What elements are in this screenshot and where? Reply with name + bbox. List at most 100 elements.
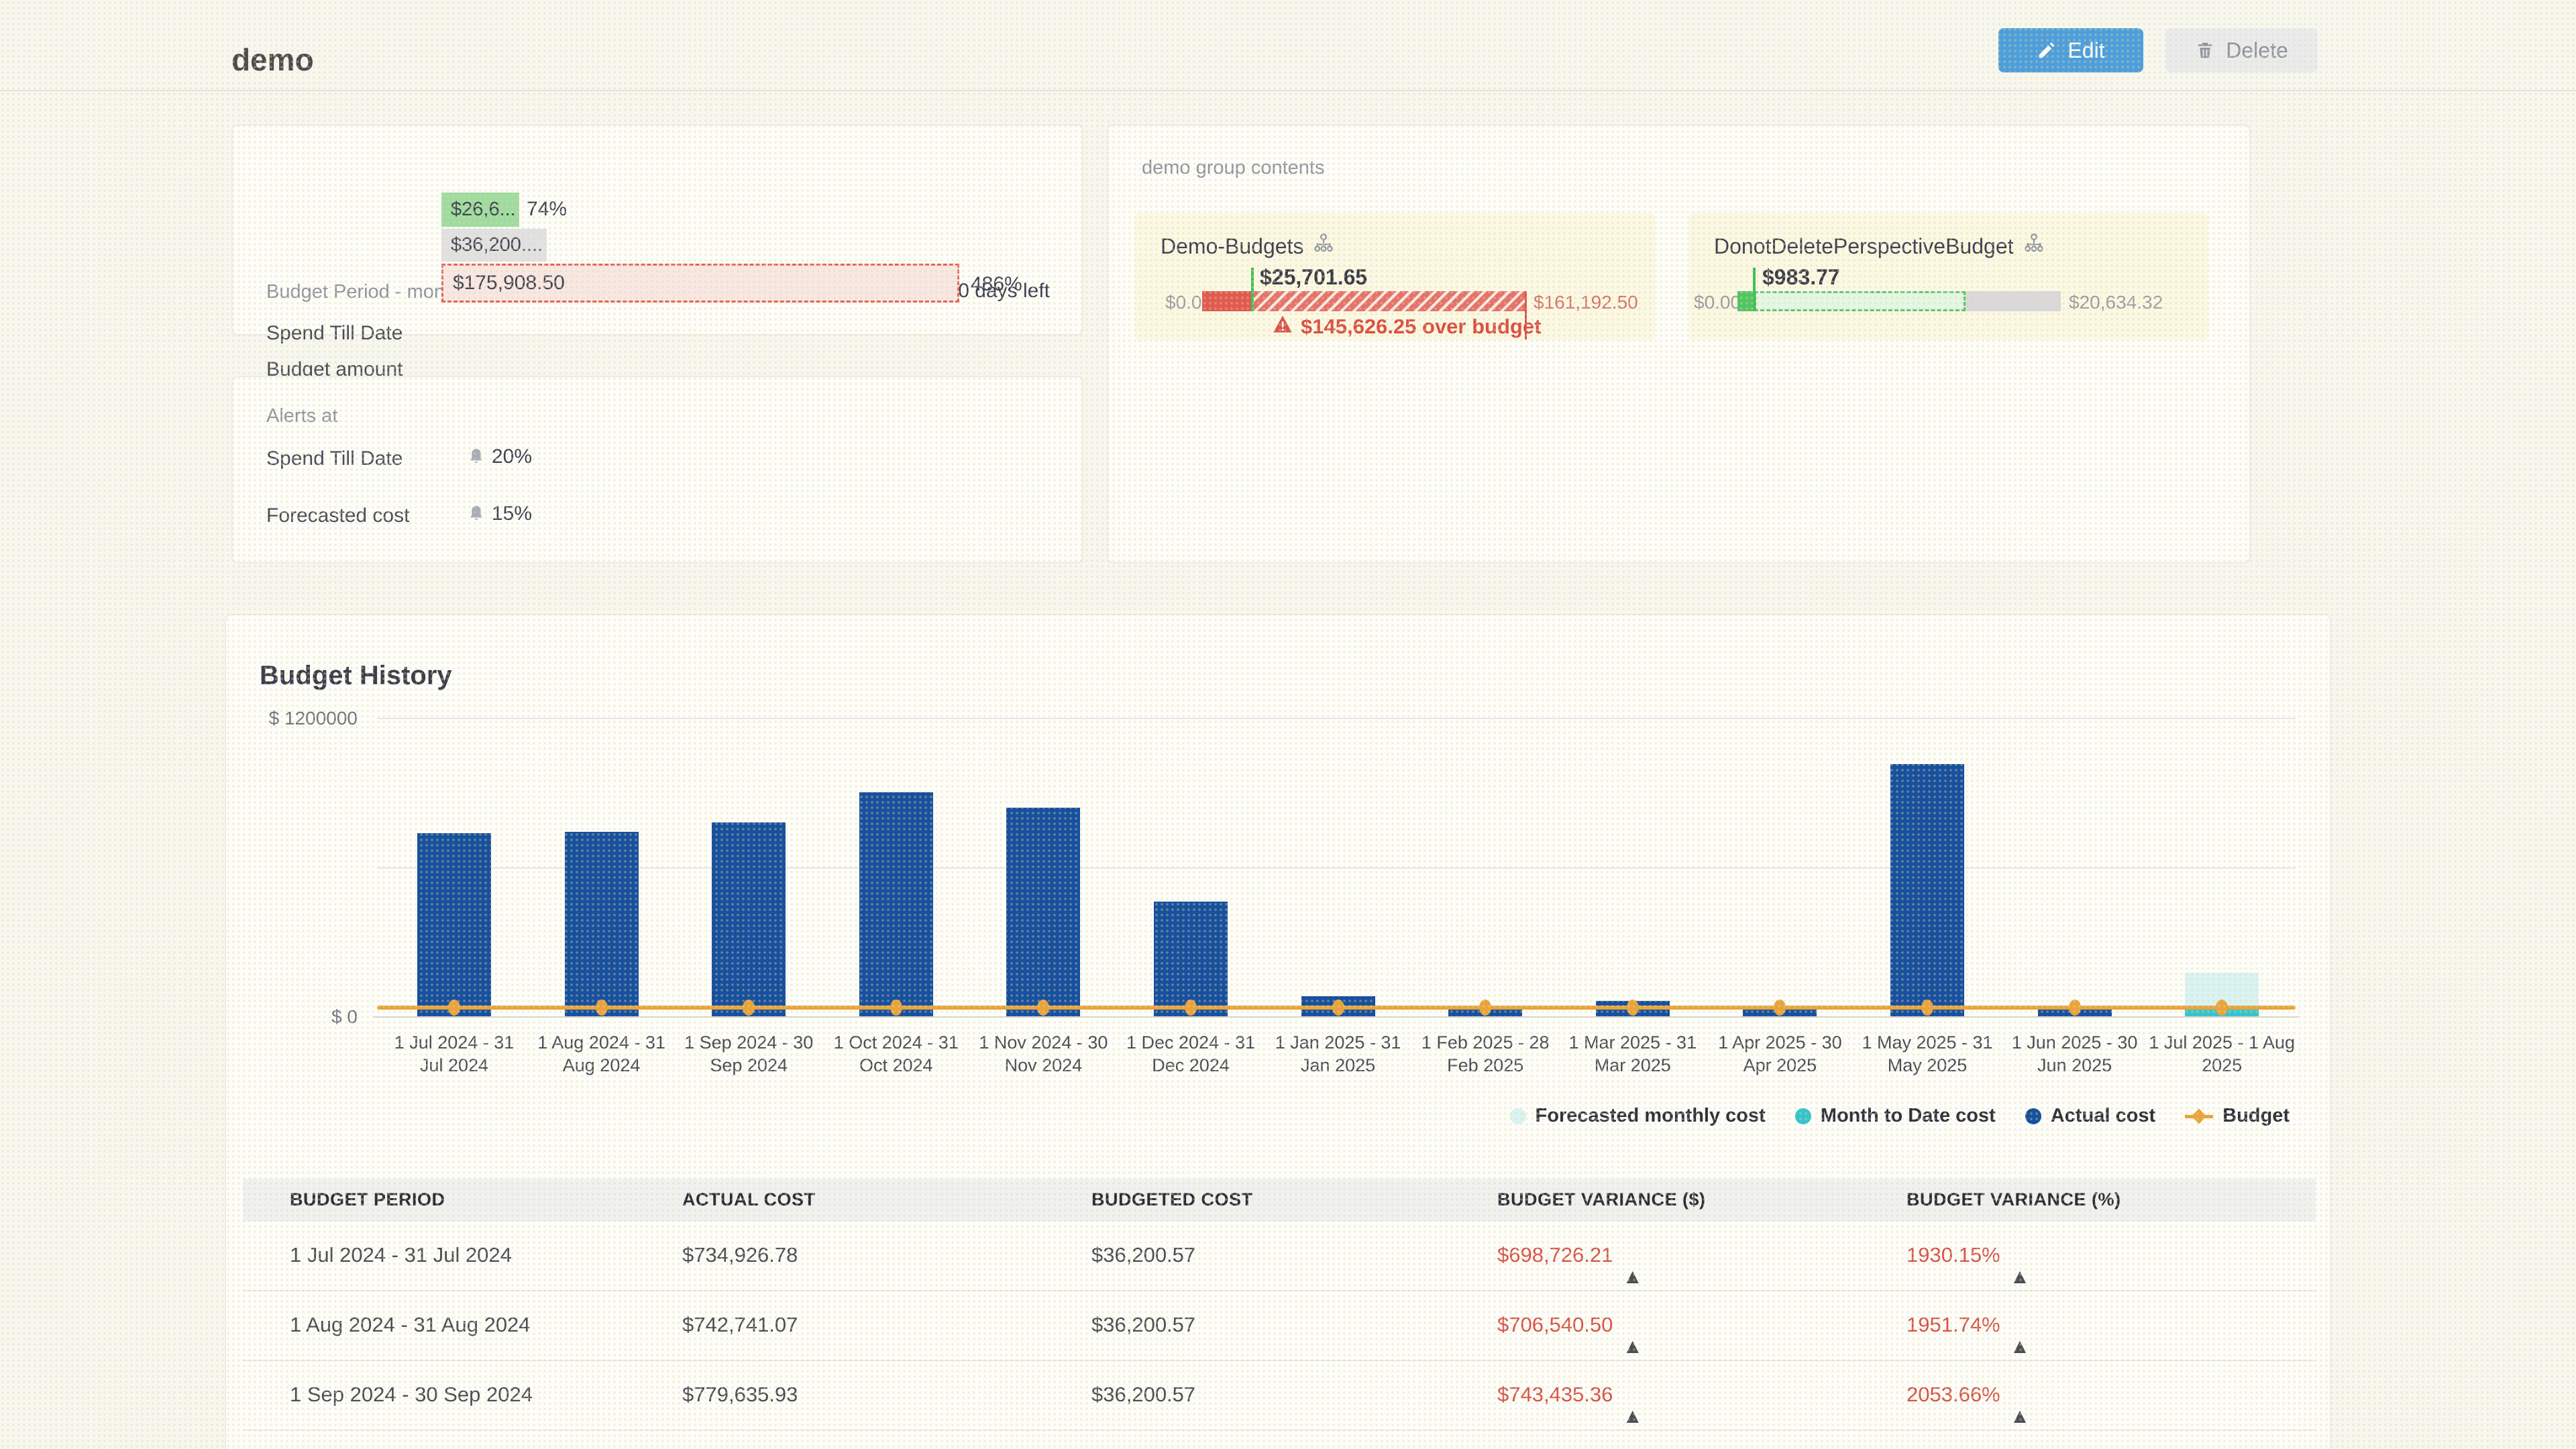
delete-button-label: Delete — [2226, 38, 2288, 63]
budget-history-panel: Budget History $ 1200000 $ 0 1 Jul 2024 … — [225, 614, 2331, 1449]
table-cell: $36,200.57 — [1091, 1243, 1195, 1267]
delete-button[interactable]: Delete — [2165, 28, 2318, 72]
actual-cost-bar — [1890, 764, 1964, 1016]
legend-swatch — [1510, 1108, 1526, 1124]
x-axis-label: 1 May 2025 - 31 May 2025 — [1854, 1031, 2001, 1077]
budget-marker-tick — [1753, 268, 1756, 311]
legend-item[interactable]: Budget — [2185, 1105, 2290, 1127]
forecasted-cost-bar: $175,908.50 — [441, 264, 959, 303]
up-triangle-icon: ▲ — [1622, 1404, 1643, 1428]
legend-label: Actual cost — [2051, 1105, 2155, 1127]
legend-swatch — [2185, 1108, 2213, 1124]
x-axis-label: 1 Jun 2025 - 30 Jun 2025 — [2001, 1031, 2149, 1077]
remaining-segment — [1966, 291, 2061, 311]
x-axis-label: 1 Oct 2024 - 31 Oct 2024 — [822, 1031, 970, 1077]
spend-till-date-percent: 74% — [527, 198, 567, 221]
group-contents-title: demo group contents — [1142, 157, 1324, 179]
bell-icon — [468, 504, 485, 524]
budget-marker-tick — [1251, 268, 1254, 311]
forecast-segment — [1754, 291, 1966, 311]
legend-swatch — [1795, 1108, 1811, 1124]
group-contents-card: demo group contents Demo-Budgets $25,701… — [1107, 124, 2251, 564]
overbudget-text: $145,626.25 over budget — [1301, 315, 1541, 339]
x-axis-label: 1 Jan 2025 - 31 Jan 2025 — [1265, 1031, 1412, 1077]
x-axis-label: 1 Nov 2024 - 30 Nov 2024 — [969, 1031, 1117, 1077]
chart-legend: Forecasted monthly cost Month to Date cos… — [1510, 1105, 2290, 1127]
edit-button[interactable]: Edit — [1998, 28, 2143, 72]
table-header: BUDGETED COST — [1091, 1189, 1253, 1210]
x-axis-label: 1 Dec 2024 - 31 Dec 2024 — [1117, 1031, 1265, 1077]
legend-swatch — [2025, 1108, 2041, 1124]
legend-label: Budget — [2222, 1105, 2290, 1127]
actual-cost-bar — [859, 792, 933, 1016]
variance-cell: 1930.15%▲ — [1907, 1243, 2000, 1267]
x-axis-label: 1 Sep 2024 - 30 Sep 2024 — [675, 1031, 822, 1077]
group-item-donotdelete[interactable]: DonotDeletePerspectiveBudget $983.77 $0.… — [1688, 213, 2208, 340]
item-min-label: $0.00 — [1694, 292, 1741, 313]
pencil-icon — [2037, 40, 2057, 60]
budget-period-card: Budget Period - monthly 10 days left Spe… — [231, 124, 1083, 335]
budget-history-table: BUDGET PERIOD ACTUAL COST BUDGETED COST BUD… — [243, 1179, 2316, 1431]
alert-spend-label: Spend Till Date — [266, 447, 402, 470]
legend-label: Month to Date cost — [1821, 1105, 1996, 1127]
gridline — [377, 718, 2296, 719]
alert-forecast-label: Forecasted cost — [266, 504, 409, 527]
variance-cell: 1951.74%▲ — [1907, 1313, 2000, 1337]
legend-label: Forecasted monthly cost — [1536, 1105, 1766, 1127]
alert-forecast-value: 15% — [492, 502, 532, 525]
group-item-demo-budgets[interactable]: Demo-Budgets $25,701.65 $0.00 $161,192.5… — [1135, 213, 1655, 340]
budget-marker — [743, 1000, 755, 1016]
item-usage-bar — [1737, 291, 2061, 311]
actual-cost-bar — [1006, 808, 1080, 1016]
budget-marker — [1479, 1000, 1491, 1016]
table-cell: 1 Jul 2024 - 31 Jul 2024 — [290, 1243, 512, 1267]
x-axis-line — [374, 1016, 2299, 1018]
bell-icon — [468, 447, 485, 467]
budget-marker — [1921, 1000, 1933, 1016]
table-cell: $734,926.78 — [682, 1243, 798, 1267]
budget-marker — [890, 1000, 902, 1016]
edit-button-label: Edit — [2068, 38, 2104, 63]
gridline — [377, 867, 2296, 869]
item-max-label: $20,634.32 — [2069, 292, 2163, 313]
table-header: BUDGET VARIANCE (%) — [1907, 1189, 2121, 1210]
table-cell: $36,200.57 — [1091, 1383, 1195, 1407]
legend-item[interactable]: Actual cost — [2025, 1105, 2155, 1127]
table-cell: $742,741.07 — [682, 1313, 798, 1337]
table-cell: $779,635.93 — [682, 1383, 798, 1407]
legend-item[interactable]: Month to Date cost — [1795, 1105, 1996, 1127]
budget-marker — [2069, 1000, 2081, 1016]
page-title: demo — [231, 42, 314, 78]
variance-cell: $706,540.50▲ — [1497, 1313, 1613, 1337]
alerts-title: Alerts at — [266, 405, 337, 427]
up-triangle-icon: ▲ — [2010, 1334, 2031, 1358]
budget-marker — [1185, 1000, 1197, 1016]
table-header: BUDGET PERIOD — [290, 1189, 445, 1210]
spend-till-date-label: Spend Till Date — [266, 322, 402, 345]
legend-item[interactable]: Forecasted monthly cost — [1510, 1105, 1766, 1127]
table-header: ACTUAL COST — [682, 1189, 816, 1210]
x-axis-label: 1 Jul 2025 - 1 Aug 2025 — [2148, 1031, 2296, 1077]
budget-marker — [596, 1000, 608, 1016]
x-axis-label: 1 Feb 2025 - 28 Feb 2025 — [1411, 1031, 1559, 1077]
x-axis-label: 1 Aug 2024 - 31 Aug 2024 — [528, 1031, 676, 1077]
budget-marker — [448, 1000, 460, 1016]
item-max-label: $161,192.50 — [1534, 292, 1638, 313]
spend-segment — [1202, 291, 1252, 311]
hierarchy-icon — [2023, 233, 2045, 260]
table-header-row: BUDGET PERIOD ACTUAL COST BUDGETED COST BUD… — [243, 1179, 2316, 1222]
table-cell: $36,200.57 — [1091, 1313, 1195, 1337]
group-item-name: Demo-Budgets — [1161, 234, 1303, 259]
table-cell: 1 Aug 2024 - 31 Aug 2024 — [290, 1313, 531, 1337]
budget-marker — [1627, 1000, 1639, 1016]
budget-marker — [1774, 1000, 1786, 1016]
up-triangle-icon: ▲ — [1622, 1265, 1643, 1289]
table-header: BUDGET VARIANCE ($) — [1497, 1189, 1706, 1210]
alert-spend-value: 20% — [492, 445, 532, 468]
table-cell: 1 Sep 2024 - 30 Sep 2024 — [290, 1383, 533, 1407]
forecast-overage-segment — [1252, 291, 1525, 311]
spend-till-date-bar: $26,6... — [441, 193, 519, 227]
table-row: 1 Sep 2024 - 30 Sep 2024 $779,635.93 $36,2… — [243, 1361, 2316, 1431]
x-axis-label: 1 Jul 2024 - 31 Jul 2024 — [380, 1031, 528, 1077]
alerts-card: Alerts at Spend Till Date 20% Forecasted… — [231, 376, 1083, 564]
